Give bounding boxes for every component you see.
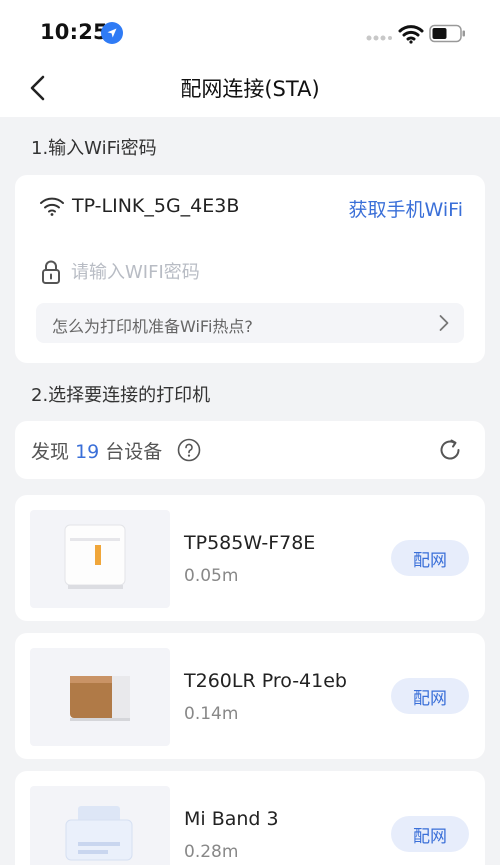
wifi-card: TP-LINK_5G_4E3B 获取手机WiFi 怎么为打印机准备WiFi热点? [15,175,485,363]
get-phone-wifi-link[interactable]: 获取手机WiFi [349,195,463,222]
status-time: 10:25 [40,20,108,44]
printer-image [30,510,170,608]
device-count-text: 发现 19 台设备 [31,437,162,464]
configure-network-button[interactable]: 配网 [391,540,469,576]
lock-icon [42,260,60,284]
section-label-wifi: 1.输入WiFi密码 [31,138,157,159]
top-bar: 10:25 配网连接(STA) [0,0,500,117]
device-card[interactable]: T260LR Pro-41eb 0.14m 配网 [15,633,485,759]
found-prefix: 发现 [31,441,70,463]
cellular-signal-icon [366,35,392,41]
device-card[interactable]: TP585W-F78E 0.05m 配网 [15,495,485,621]
device-count-card: 发现 19 台设备 [15,421,485,479]
device-name: T260LR Pro-41eb [184,670,347,692]
page-title: 配网连接(STA) [180,77,320,101]
found-count: 19 [75,441,100,463]
chevron-right-icon [439,315,449,331]
wifi-hotspot-help-text: 怎么为打印机准备WiFi热点? [52,317,253,336]
wifi-icon [40,197,64,216]
found-suffix: 台设备 [105,441,163,463]
wifi-hotspot-help-row[interactable]: 怎么为打印机准备WiFi热点? [36,303,464,343]
device-distance: 0.05m [184,566,239,586]
ssid-value: TP-LINK_5G_4E3B [72,195,240,217]
device-distance: 0.14m [184,704,239,724]
location-arrow-icon [101,22,123,44]
printer-image [30,648,170,746]
wifi-icon [398,25,424,44]
wifi-password-input[interactable] [71,257,451,287]
device-distance: 0.28m [184,842,239,862]
printer-image [30,786,170,865]
configure-network-button[interactable]: 配网 [391,678,469,714]
battery-icon [429,24,465,43]
device-name: TP585W-F78E [184,532,316,554]
device-name: Mi Band 3 [184,808,279,830]
device-card[interactable]: Mi Band 3 0.28m 配网 [15,771,485,865]
section-label-printer: 2.选择要连接的打印机 [31,385,211,406]
help-circle-icon[interactable] [177,438,201,462]
refresh-icon[interactable] [437,437,463,463]
configure-network-button[interactable]: 配网 [391,816,469,852]
